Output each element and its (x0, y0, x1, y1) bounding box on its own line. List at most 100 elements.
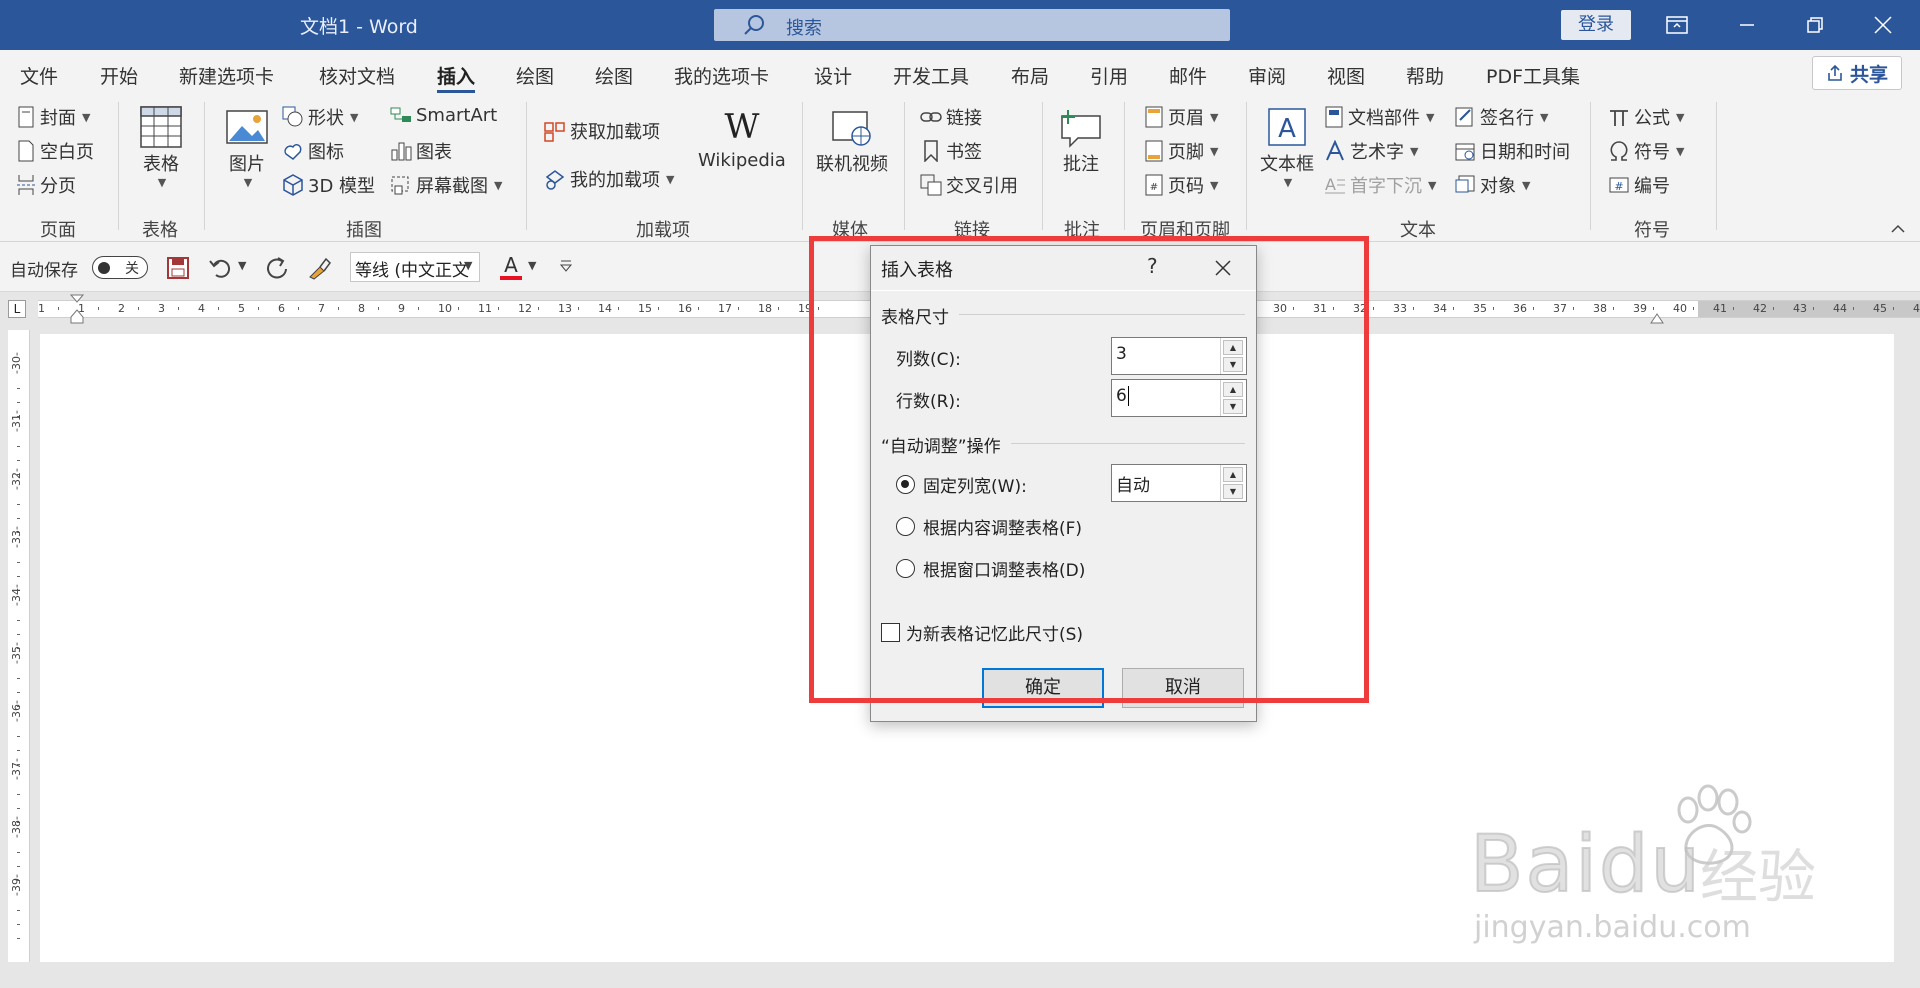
undo-icon[interactable] (208, 255, 234, 281)
bookmark-button[interactable]: 书签 (920, 138, 982, 164)
format-painter-icon[interactable] (306, 255, 332, 281)
tab-home[interactable]: 开始 (100, 62, 138, 89)
ruler-tick (378, 307, 379, 310)
table-icon (140, 106, 182, 148)
ruler-tick (578, 307, 579, 310)
tab-file[interactable]: 文件 (20, 62, 58, 89)
font-dropdown-icon[interactable]: ▼ (464, 259, 472, 272)
drop-cap-button[interactable]: A 首字下沉 ▼ (1324, 172, 1436, 198)
font-name-value: 等线 (中文正文 (355, 261, 470, 281)
smartart-button[interactable]: SmartArt (390, 104, 497, 126)
chart-button[interactable]: 图表 (390, 138, 452, 164)
vertical-ruler-tick (17, 736, 20, 737)
comment-button[interactable]: 批注 (1058, 104, 1104, 176)
tab-insert[interactable]: 插入 (437, 62, 476, 93)
ruler-label: 17 (718, 302, 732, 315)
tab-draw-1[interactable]: 绘图 (516, 62, 554, 89)
restore-button[interactable] (1784, 0, 1846, 50)
tab-new-tab[interactable]: 新建选项卡 (179, 62, 274, 89)
tab-view[interactable]: 视图 (1327, 62, 1365, 89)
tab-help[interactable]: 帮助 (1406, 62, 1444, 89)
group-separator (1590, 102, 1591, 230)
cover-page-icon (18, 106, 34, 128)
tab-pdf-tools[interactable]: PDF工具集 (1486, 62, 1580, 89)
blank-page-button[interactable]: 空白页 (16, 138, 94, 164)
right-indent-marker-icon[interactable] (1650, 310, 1664, 324)
cross-reference-button[interactable]: 交叉引用 (920, 172, 1018, 198)
footer-button[interactable]: 页脚 ▼ (1144, 138, 1218, 164)
ruler-label: 45 (1873, 302, 1887, 315)
store-icon (544, 122, 565, 142)
search-icon (744, 15, 764, 35)
table-label: 表格 (143, 154, 179, 175)
page-break-button[interactable]: 分页 (16, 172, 76, 198)
get-addins-label: 获取加载项 (570, 122, 660, 143)
footer-icon (1145, 140, 1163, 162)
wordart-button[interactable]: 艺术字 ▼ (1324, 138, 1418, 164)
font-name-select[interactable]: 等线 (中文正文 (350, 252, 480, 282)
cover-page-label: 封面 (40, 108, 76, 129)
tab-references[interactable]: 引用 (1090, 62, 1128, 89)
minimize-button[interactable] (1716, 0, 1778, 50)
3d-model-button[interactable]: 3D 模型 (282, 172, 375, 198)
group-separator (526, 102, 527, 230)
picture-button[interactable]: 图片 ▼ (224, 104, 270, 189)
omega-icon (1610, 141, 1628, 161)
search-box[interactable]: 搜索 (714, 9, 1230, 41)
collapse-ribbon-icon[interactable] (1890, 222, 1906, 234)
vertical-ruler-tick (17, 794, 20, 795)
shapes-button[interactable]: 形状 ▼ (282, 104, 358, 130)
ruler-label: 11 (478, 302, 492, 315)
save-icon[interactable] (166, 256, 190, 280)
vertical-ruler-tick (17, 750, 20, 751)
quick-parts-button[interactable]: 文档部件 ▼ (1324, 104, 1434, 130)
page-break-label: 分页 (40, 176, 76, 197)
link-button[interactable]: 链接 (920, 104, 982, 130)
tab-selector[interactable]: L (8, 300, 26, 318)
wikipedia-button[interactable]: W Wikipedia (698, 104, 786, 171)
screenshot-button[interactable]: 屏幕截图 ▼ (390, 172, 502, 198)
tab-draw-2[interactable]: 绘图 (595, 62, 633, 89)
close-window-button[interactable] (1852, 0, 1914, 50)
tab-design[interactable]: 设计 (814, 62, 852, 89)
autosave-toggle[interactable]: 关 (92, 256, 148, 279)
tab-mailings[interactable]: 邮件 (1169, 62, 1207, 89)
vertical-ruler-tick (17, 504, 20, 505)
bar-chart-icon (391, 142, 412, 161)
date-time-button[interactable]: 日期和时间 (1454, 138, 1570, 164)
close-icon (1874, 16, 1892, 34)
number-button[interactable]: # 编号 (1608, 172, 1670, 198)
vertical-ruler: -30- -31- -32- -33- -34- -35- -36- -37- -38- -39- (8, 330, 30, 978)
tab-proofread[interactable]: 核对文档 (319, 62, 395, 89)
object-button[interactable]: 对象 ▼ (1454, 172, 1530, 198)
vertical-ruler-tick (17, 634, 20, 635)
font-color-icon[interactable]: A (498, 252, 524, 282)
undo-dropdown-icon[interactable]: ▼ (238, 259, 246, 272)
table-button[interactable]: 表格 ▼ (138, 104, 184, 189)
my-addins-button[interactable]: 我的加载项 ▼ (544, 166, 674, 192)
online-video-button[interactable]: 联机视频 (816, 104, 888, 176)
font-color-dropdown-icon[interactable]: ▼ (528, 259, 536, 272)
signin-button[interactable]: 登录 (1561, 10, 1631, 40)
textbox-button[interactable]: A 文本框 ▼ (1260, 104, 1314, 189)
icons-button[interactable]: 图标 (282, 138, 344, 164)
chevron-down-icon: ▼ (1676, 110, 1685, 124)
get-addins-button[interactable]: 获取加载项 (544, 118, 660, 144)
page-number-button[interactable]: # 页码 ▼ (1144, 172, 1218, 198)
ribbon-display-button[interactable] (1646, 0, 1708, 50)
tab-my-tab[interactable]: 我的选项卡 (674, 62, 769, 89)
ruler-label: 34 (1433, 302, 1447, 315)
header-button[interactable]: 页眉 ▼ (1144, 104, 1218, 130)
signature-line-button[interactable]: 签名行 ▼ (1454, 104, 1548, 130)
equation-button[interactable]: 公式 ▼ (1608, 104, 1684, 130)
symbol-button[interactable]: 符号 ▼ (1608, 138, 1684, 164)
customize-toolbar-icon[interactable] (558, 258, 574, 274)
tab-layout[interactable]: 布局 (1011, 62, 1049, 89)
redo-icon[interactable] (264, 255, 290, 281)
tab-developer[interactable]: 开发工具 (893, 62, 969, 89)
tab-review[interactable]: 审阅 (1248, 62, 1286, 89)
page-break-icon (17, 175, 35, 195)
search-placeholder: 搜索 (786, 18, 822, 39)
share-button[interactable]: 共享 (1812, 56, 1902, 90)
cover-page-button[interactable]: 封面 ▼ (16, 104, 90, 130)
